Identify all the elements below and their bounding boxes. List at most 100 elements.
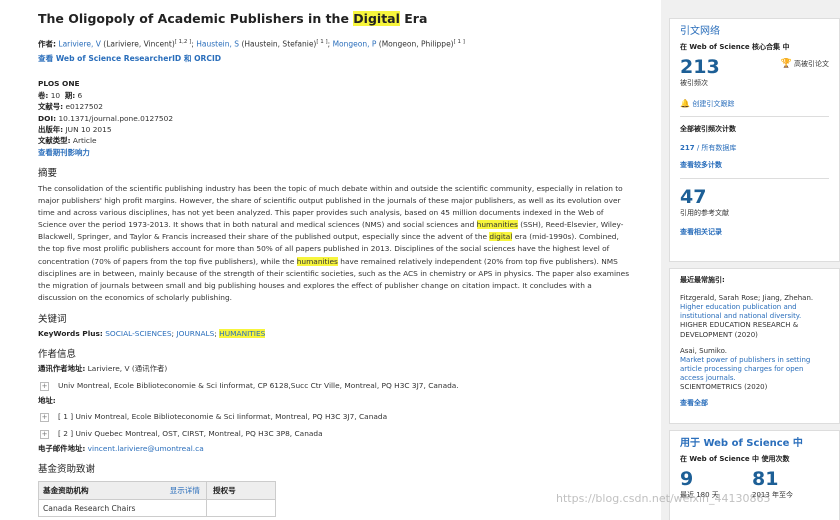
issue-value: 6 bbox=[77, 90, 83, 100]
show-details-link[interactable]: 显示详情 bbox=[170, 485, 200, 496]
create-alert-row[interactable]: 🔔 创建引文跟踪 bbox=[680, 98, 829, 110]
funding-agency-cell: Canada Research Chairs bbox=[39, 500, 207, 517]
keyword-link[interactable]: JOURNALS bbox=[176, 329, 214, 338]
watermark-text: https://blog.csdn.net/weixin_44130865 bbox=[556, 492, 771, 505]
expand-plus-icon[interactable]: + bbox=[40, 429, 49, 439]
journal-impact-link[interactable]: 查看期刊影响力 bbox=[38, 148, 90, 157]
corr-value: Lariviere, V (通讯作者) bbox=[87, 364, 168, 374]
page-title: The Oligopoly of Academic Publishers in … bbox=[38, 10, 638, 29]
keywords-label: KeyWords Plus: bbox=[38, 328, 103, 338]
funding-table: 基金资助机构 显示详情 授权号 Canada Research Chairs bbox=[38, 481, 276, 518]
title-highlight: Digital bbox=[353, 11, 400, 26]
address-1: [ 1 ] Univ Montreal, Ecole Biblioteconom… bbox=[58, 412, 388, 422]
recent-citing-panel: 最近最常施引: Fitzgerald, Sarah Rose; Jiang, Z… bbox=[669, 268, 840, 424]
usage-title: 用于 Web of Science 中 bbox=[680, 438, 803, 449]
recent-item-source: SCIENTOMETRICS (2020) bbox=[680, 383, 768, 392]
title-text-end: Era bbox=[399, 11, 428, 26]
funding-table-header: 基金资助机构 显示详情 授权号 bbox=[39, 482, 275, 501]
abstract-highlight: humanities bbox=[296, 256, 338, 266]
all-counts-label: 全部被引频次计数 bbox=[680, 125, 736, 134]
corr-address: Univ Montreal, Ecole Biblioteconomie & S… bbox=[58, 380, 459, 390]
citation-network-title: 引文网络 bbox=[680, 26, 720, 37]
pub-date-value: JUN 10 2015 bbox=[65, 125, 112, 134]
author-link-lariviere[interactable]: Lariviere, V bbox=[58, 39, 101, 48]
recent-item-source: HIGHER EDUCATION RESEARCH & DEVELOPMENT … bbox=[680, 321, 799, 339]
view-all-link[interactable]: 查看全部 bbox=[680, 398, 829, 408]
keywords-line: KeyWords Plus: SOCIAL-SCIENCES; JOURNALS… bbox=[38, 328, 638, 340]
address-2: [ 2 ] Univ Quebec Montreal, OST, CIRST, … bbox=[58, 429, 323, 438]
recent-item-authors: Fitzgerald, Sarah Rose; Jiang, Zhehan. bbox=[680, 294, 814, 303]
journal-name: PLOS ONE bbox=[38, 79, 80, 89]
recent-item-title-link[interactable]: Market power of publishers in setting ar… bbox=[680, 356, 829, 383]
usage-count-since-2013: 81 bbox=[752, 467, 779, 490]
volume-label: 卷: bbox=[38, 90, 49, 100]
usage-subtitle: 在 Web of Science 中 使用次数 bbox=[680, 454, 790, 463]
related-records-link[interactable]: 查看相关记录 bbox=[680, 228, 722, 236]
times-cited-count[interactable]: 213 bbox=[680, 56, 720, 79]
doc-type-label: 文献类型: bbox=[38, 136, 71, 146]
usage-count-180-days: 9 bbox=[680, 467, 694, 490]
recent-item-title-link[interactable]: Higher education publication and institu… bbox=[680, 303, 829, 321]
keyword-link[interactable]: SOCIAL-SCIENCES bbox=[105, 329, 171, 338]
more-counts-link[interactable]: 查看较多计数 bbox=[680, 161, 722, 169]
create-alert-link[interactable]: 创建引文跟踪 bbox=[692, 100, 734, 108]
authors-line: 作者: Lariviere, V (Lariviere, Vincent)[ 1… bbox=[38, 38, 465, 49]
keyword-link[interactable]: HUMANITIES bbox=[219, 328, 266, 338]
grant-no-header: 授权号 bbox=[213, 486, 236, 496]
publication-meta: PLOS ONE 卷: 10 期: 6 文献号: e0127502 DOI: 1… bbox=[38, 78, 638, 158]
issue-label: 期: bbox=[64, 90, 76, 100]
expand-plus-icon[interactable]: + bbox=[40, 381, 49, 391]
article-no-label: 文献号: bbox=[38, 102, 64, 112]
author-affil-sup[interactable]: [ 1 ] bbox=[454, 39, 465, 45]
author-info-heading: 作者信息 bbox=[38, 349, 77, 361]
keywords-heading: 关键词 bbox=[38, 313, 67, 325]
researcher-id-link[interactable]: 查看 Web of Science ResearcherID 和 ORCID bbox=[38, 54, 221, 63]
abstract-highlight: digital bbox=[489, 232, 513, 242]
trophy-icon: 🏆 bbox=[780, 58, 792, 69]
bell-icon: 🔔 bbox=[680, 98, 690, 108]
expand-plus-icon[interactable]: + bbox=[40, 413, 49, 423]
citation-network-panel: 引文网络 在 Web of Science 核心合集 中 213 🏆 高被引论文… bbox=[669, 18, 840, 262]
article-no-value: e0127502 bbox=[65, 102, 103, 112]
citation-network-subtitle: 在 Web of Science 核心合集 中 bbox=[680, 42, 790, 51]
references-count[interactable]: 47 bbox=[680, 186, 829, 209]
author-fullname: (Mongeon, Philippe) bbox=[376, 39, 454, 49]
doi-label: DOI: bbox=[38, 113, 57, 123]
doi-value: 10.1371/journal.pone.0127502 bbox=[58, 113, 174, 123]
all-db-count-link[interactable]: 217 bbox=[680, 144, 695, 152]
email-line: 电子邮件地址: vincent.lariviere@umontreal.ca bbox=[38, 444, 638, 455]
author-link-mongeon[interactable]: Mongeon, P bbox=[333, 39, 377, 48]
address-row: + [ 2 ] Univ Quebec Montreal, OST, CIRST,… bbox=[38, 429, 638, 440]
all-db-label: / 所有数据库 bbox=[694, 144, 737, 153]
funding-heading: 基金资助致谢 bbox=[38, 464, 96, 476]
corr-label: 通讯作者地址: bbox=[38, 364, 86, 374]
recent-item-authors: Asai, Sumiko. bbox=[680, 346, 727, 355]
email-label: 电子邮件地址: bbox=[38, 443, 86, 453]
author-affil-sup[interactable]: [ 1,2 ] bbox=[175, 39, 192, 45]
corresponding-author: 通讯作者地址: Lariviere, V (通讯作者) bbox=[38, 364, 638, 375]
abstract-text: The consolidation of the scientific publ… bbox=[38, 183, 632, 304]
recent-citing-title: 最近最常施引: bbox=[680, 276, 725, 284]
abstract-heading: 摘要 bbox=[38, 168, 58, 180]
references-label: 引用的参考文献 bbox=[680, 209, 729, 218]
highly-cited-badge: 🏆 高被引论文 bbox=[781, 58, 829, 71]
highly-cited-label: 高被引论文 bbox=[794, 59, 829, 68]
address-label: 地址: bbox=[38, 395, 56, 405]
author-fullname: (Lariviere, Vincent) bbox=[100, 39, 175, 49]
email-link[interactable]: vincent.lariviere@umontreal.ca bbox=[88, 444, 204, 453]
main-content: The Oligopoly of Academic Publishers in … bbox=[38, 10, 638, 518]
authors-label: 作者: bbox=[38, 39, 56, 49]
author-fullname: (Haustein, Stefanie) bbox=[239, 39, 317, 49]
times-cited-label: 被引频次 bbox=[680, 79, 708, 88]
title-text: The Oligopoly of Academic Publishers in … bbox=[38, 11, 354, 26]
doc-type-value: Article bbox=[72, 136, 97, 146]
volume-value: 10 bbox=[50, 90, 61, 100]
funding-agency-header: 基金资助机构 bbox=[43, 486, 89, 496]
corr-address-row: + Univ Montreal, Ecole Biblioteconomie & … bbox=[38, 381, 638, 392]
author-affil-sup[interactable]: [ 1 ] bbox=[316, 39, 327, 45]
pub-date-label: 出版年: bbox=[38, 125, 64, 134]
address-row: + [ 1 ] Univ Montreal, Ecole Bibliotecono… bbox=[38, 412, 638, 423]
table-row: Canada Research Chairs bbox=[39, 500, 275, 517]
abstract-highlight: humanities bbox=[476, 220, 518, 230]
author-link-haustein[interactable]: Haustein, S bbox=[196, 39, 239, 48]
